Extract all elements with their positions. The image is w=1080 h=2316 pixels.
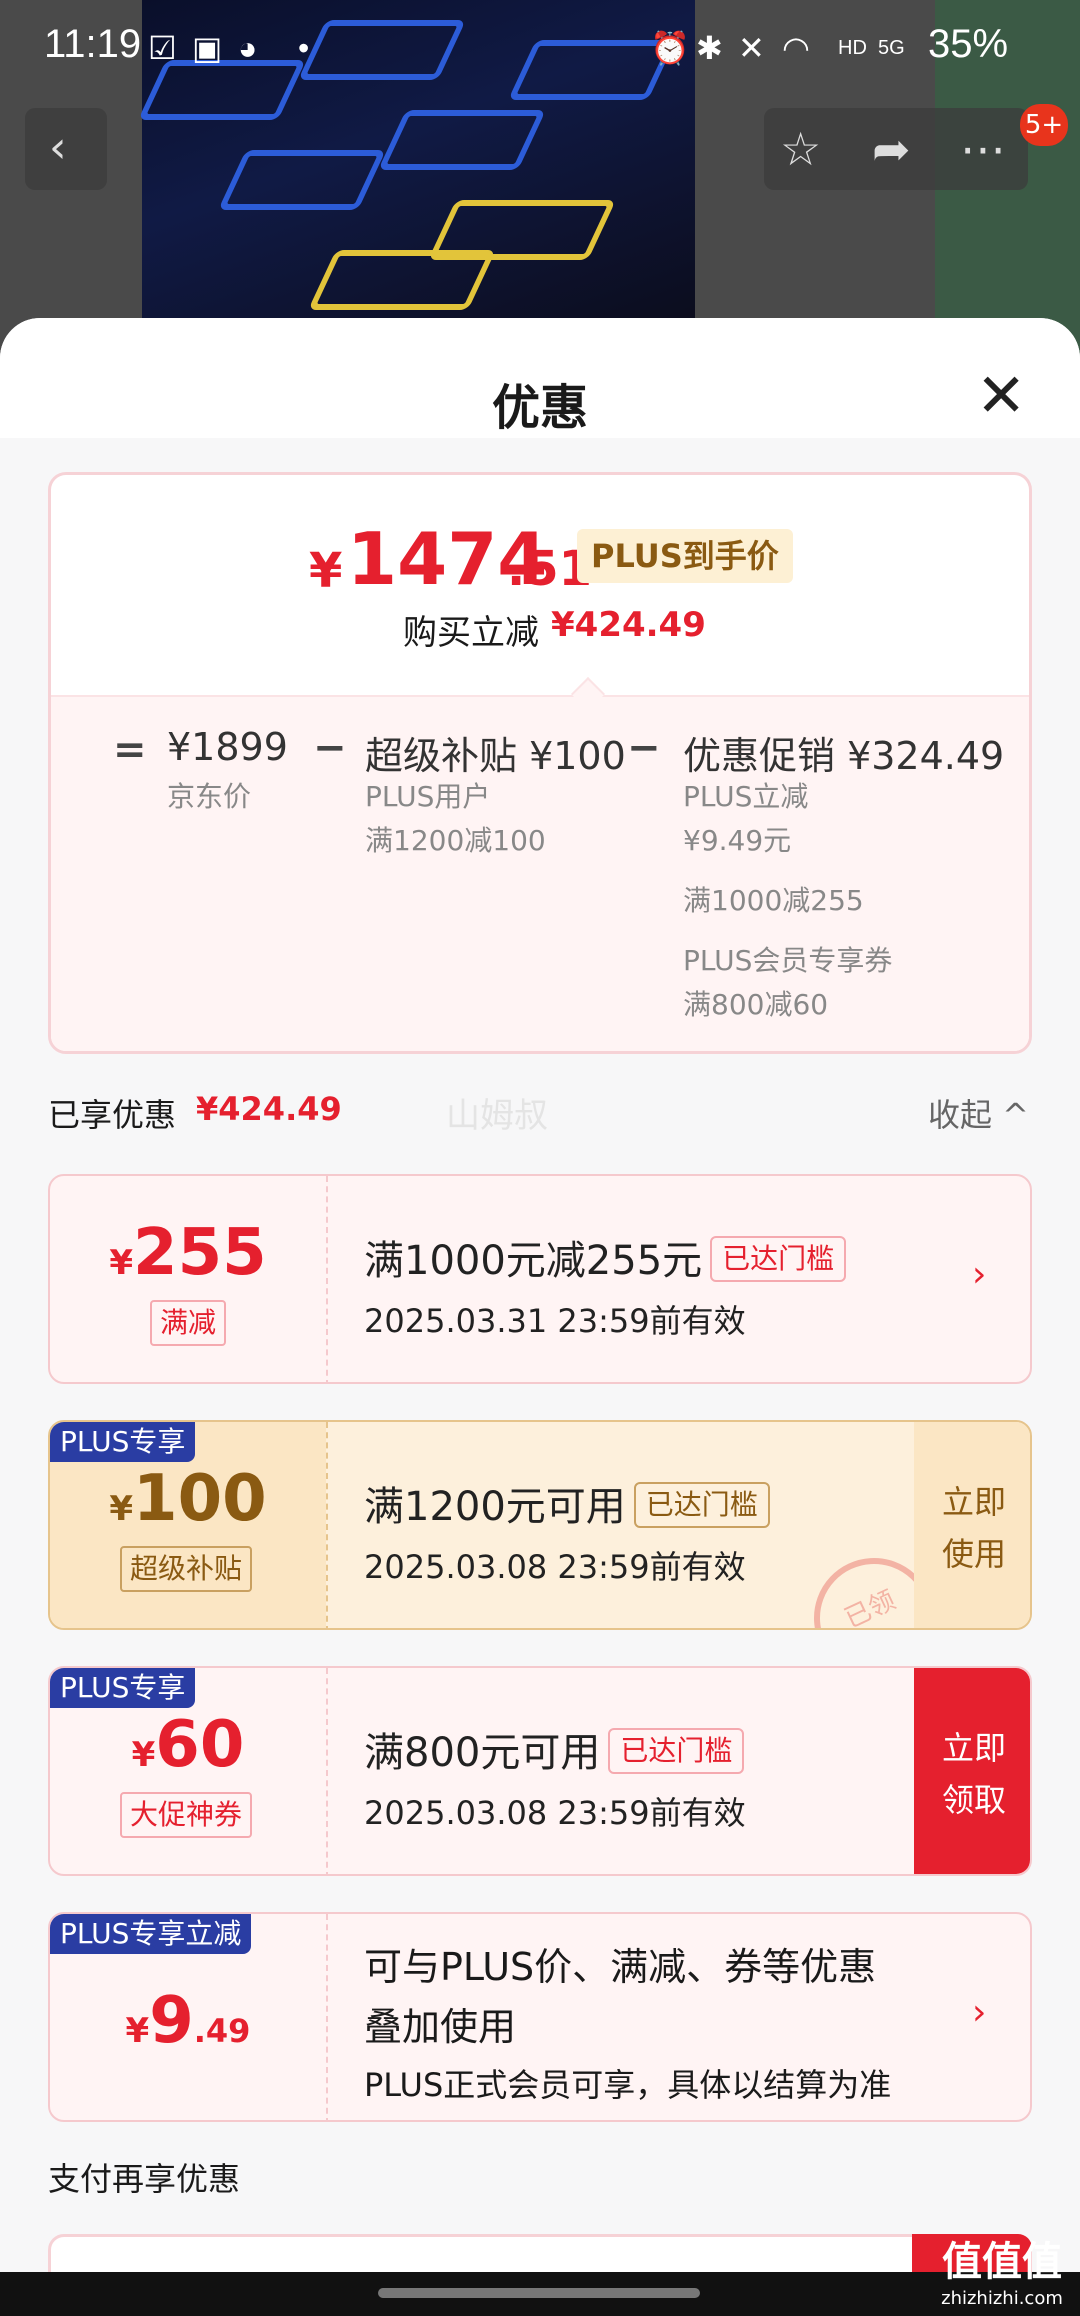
chevron-left-icon: ‹ (49, 122, 67, 173)
coupon-card[interactable]: PLUS专享 ¥60 大促神券 满800元可用 已达门槛 2025.03.08 2… (48, 1666, 1032, 1876)
coupon-description-line3: PLUS正式会员可享，具体以结算为准 (364, 2066, 892, 2104)
price-summary-card: ¥ 1474 .51 PLUS到手价 购买立减 ¥424.49 = ¥1899 … (48, 472, 1032, 1054)
header-actions: ☆ ➦ ⋯ (764, 108, 1028, 190)
subsidy-line1: PLUS用户 (365, 780, 491, 813)
coupon-description-line1: 可与PLUS价、满减、券等优惠 (364, 1945, 877, 1989)
instant-discount-label: 购买立减 (403, 613, 539, 653)
promo-title: 优惠促销 ¥324.49 (683, 734, 1005, 778)
minus-sign: − (313, 725, 347, 771)
watermark: 山姆叔 (446, 1096, 548, 1136)
threshold-reached-badge: 已达门槛 (608, 1728, 745, 1774)
payment-discount-label: 支付再享优惠 (48, 2160, 241, 2198)
threshold-reached-badge: 已达门槛 (633, 1482, 770, 1528)
coupon-condition: 满800元可用 已达门槛 (364, 1720, 745, 1778)
currency-symbol: ¥ (309, 543, 343, 599)
coupon-type-tag: 大促神券 (120, 1792, 253, 1838)
base-price: ¥1899 (167, 725, 288, 769)
status-bar: 11:19 ☑ ▣ ◕ • ⏰ ✱ ✕ ◠ HD 5G 35% (0, 0, 1080, 100)
back-button[interactable]: ‹ (25, 108, 107, 190)
dot-icon: • (298, 30, 310, 66)
share-icon[interactable]: ➦ (872, 122, 911, 176)
coupon-type-tag: 满减 (150, 1300, 227, 1346)
plus-exclusive-label: PLUS专享 (50, 1668, 196, 1708)
status-time: 11:19 (44, 22, 142, 66)
chevron-right-icon[interactable]: › (972, 1254, 986, 1295)
subsidy-line2: 满1200减100 (365, 824, 546, 857)
subsidy-title: 超级补贴 ¥100 (365, 734, 626, 778)
coupon-condition: 满1000元减255元 已达门槛 (364, 1228, 847, 1286)
promo-line1: PLUS立减 (683, 780, 809, 813)
wechat-icon: ◕ (238, 30, 258, 66)
use-now-button[interactable]: 立即 使用 (914, 1422, 1030, 1628)
checkbox-icon: ☑ (148, 30, 177, 66)
coupon-amount: ¥9.49 (125, 1984, 251, 2058)
more-icon[interactable]: ⋯ (960, 122, 1006, 176)
base-price-label: 京东价 (167, 780, 252, 813)
alarm-icon: ⏰ (650, 30, 690, 66)
instant-discount-value: ¥424.49 (551, 605, 706, 645)
home-indicator[interactable] (378, 2288, 700, 2298)
coupon-validity: 2025.03.08 23:59前有效 (364, 1548, 746, 1586)
collapse-button[interactable]: 收起 ^ (928, 1090, 1029, 1136)
coupon-amount: ¥100 (109, 1462, 267, 1536)
equals-sign: = (113, 727, 147, 773)
plus-price-tag: PLUS到手价 (577, 529, 793, 583)
close-icon[interactable]: ✕ (976, 366, 1026, 426)
gallery-icon: ▣ (192, 30, 223, 66)
wifi-icon: ◠ (782, 30, 810, 66)
coupon-validity: 2025.03.31 23:59前有效 (364, 1302, 746, 1340)
coupon-type-tag: 超级补贴 (120, 1546, 253, 1592)
plus-exclusive-label: PLUS专享立减 (50, 1914, 252, 1954)
chevron-right-icon[interactable]: › (972, 1992, 986, 2033)
coupon-amount: ¥60 (131, 1708, 245, 1782)
minus-sign: − (627, 725, 661, 771)
promo-line3: 满1000减255 (683, 884, 864, 917)
enjoyed-discount-value: ¥424.49 (196, 1090, 342, 1128)
coupon-card[interactable]: PLUS专享立减 ¥9.49 可与PLUS价、满减、券等优惠 叠加使用 PLUS… (48, 1912, 1032, 2122)
site-watermark-logo: 值值值 zhizhizhi.com (941, 2239, 1063, 2309)
coupon-validity: 2025.03.08 23:59前有效 (364, 1794, 746, 1832)
bluetooth-icon: ✱ (696, 30, 723, 66)
claim-now-button[interactable]: 立即 领取 (914, 1668, 1030, 1874)
promo-line5: 满800减60 (683, 988, 829, 1021)
hd-icon: HD (838, 37, 867, 59)
message-badge[interactable]: 5+ (1020, 104, 1068, 146)
promo-line4: PLUS会员专享券 (683, 944, 893, 977)
enjoyed-discount-label: 已享优惠 (48, 1096, 177, 1134)
plus-exclusive-label: PLUS专享 (50, 1422, 196, 1462)
coupon-card[interactable]: ¥255 满减 满1000元减255元 已达门槛 2025.03.31 23:59… (48, 1174, 1032, 1384)
sheet-title: 优惠 (491, 380, 588, 436)
coupon-condition: 满1200元可用 已达门槛 (364, 1474, 770, 1532)
mute-icon: ✕ (738, 30, 765, 66)
battery-level: 35% (928, 22, 1009, 66)
threshold-reached-badge: 已达门槛 (710, 1236, 847, 1282)
star-icon[interactable]: ☆ (780, 122, 821, 176)
coupon-amount: ¥255 (109, 1216, 267, 1290)
coupon-card[interactable]: PLUS专享 ¥100 超级补贴 满1200元可用 已达门槛 2025.03.08… (48, 1420, 1032, 1630)
signal-label: 5G (878, 37, 905, 59)
promo-line2: ¥9.49元 (683, 824, 792, 857)
coupon-description-line2: 叠加使用 (364, 2005, 517, 2049)
